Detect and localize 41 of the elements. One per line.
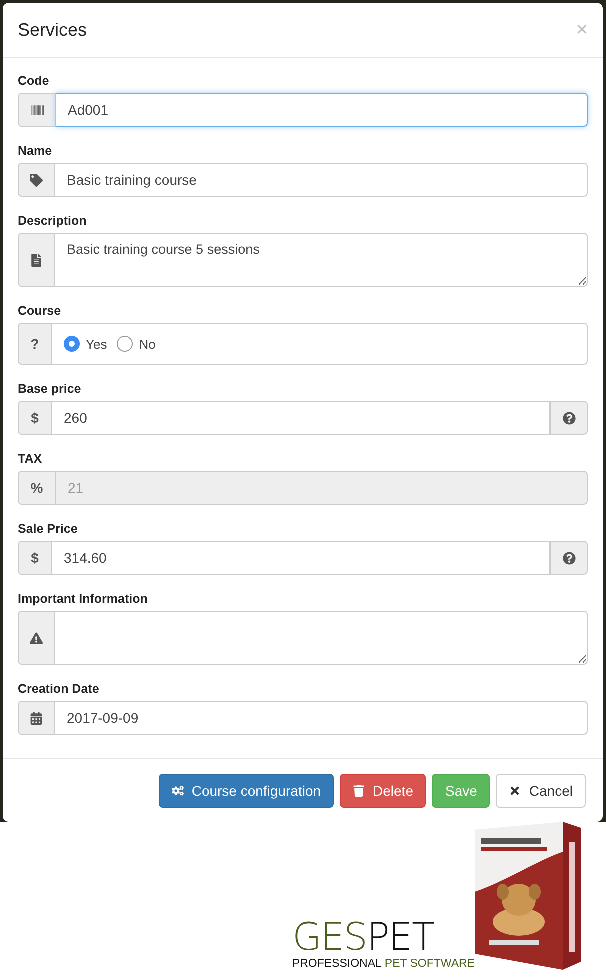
gears-icon (172, 785, 184, 797)
field-label: Name (18, 144, 54, 159)
field-label: TAX (18, 452, 44, 467)
input-addon: % (18, 471, 56, 505)
input-field[interactable]: 2017-09-09 (55, 701, 588, 735)
field-label: Creation Date (18, 682, 100, 697)
trash-icon (353, 785, 366, 797)
help-icon[interactable] (562, 552, 576, 564)
logo-text: PET (367, 915, 434, 959)
help-icon[interactable] (562, 412, 576, 424)
logo-text: GES (292, 915, 368, 959)
input-field[interactable]: Basic training course (55, 163, 588, 197)
dialog-button[interactable]: Course configuration (158, 774, 334, 808)
radio-button[interactable] (117, 336, 134, 352)
field-label: Course (18, 304, 62, 319)
input-addon: ? (18, 323, 52, 365)
input-addon: $ (18, 541, 52, 575)
input-field[interactable]: Ad001 (56, 93, 588, 127)
input-addon: $ (18, 401, 52, 435)
calendar-icon (30, 712, 43, 724)
input-field[interactable]: 260 (52, 401, 550, 435)
dialog-title: Services (18, 20, 88, 40)
dialog-button[interactable]: Delete (340, 774, 426, 808)
input-field[interactable]: 314.60 (52, 541, 550, 575)
radio-option[interactable]: No (117, 336, 156, 352)
radio-button[interactable] (64, 336, 80, 352)
field-label: Description (18, 214, 88, 229)
document-icon (30, 254, 43, 266)
warning-icon (30, 632, 43, 644)
barcode-icon (30, 104, 44, 116)
dialog-button[interactable]: Cancel (496, 774, 586, 808)
field-label: Sale Price (18, 522, 79, 537)
field-label: Important Information (18, 592, 149, 607)
field-label: Base price (18, 382, 82, 397)
field-label: Code (18, 74, 50, 89)
tag-icon (30, 174, 43, 186)
radio-option[interactable]: Yes (64, 336, 108, 352)
close-icon (509, 785, 522, 797)
logo-tagline: PROFESSIONAL (292, 958, 382, 970)
logo-tagline: PET SOFTWARE (384, 958, 475, 970)
text-area[interactable]: Basic training course 5 sessions (55, 233, 588, 287)
